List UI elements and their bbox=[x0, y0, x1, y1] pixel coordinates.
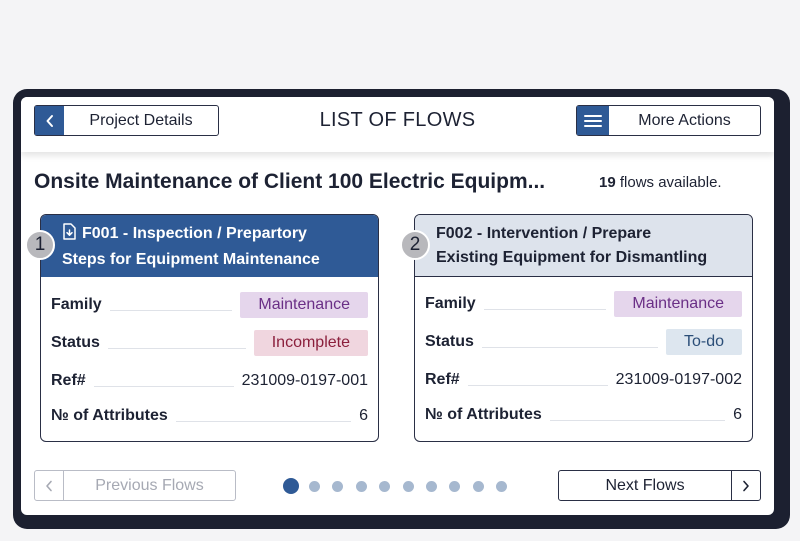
attributes-label: № of Attributes bbox=[51, 407, 168, 424]
status-badge: To-do bbox=[665, 329, 742, 355]
flow-title-line-2: Existing Equipment for Dismantling bbox=[436, 249, 708, 266]
card-index-badge: 1 bbox=[25, 230, 55, 260]
attributes-value: 6 bbox=[733, 406, 742, 423]
status-row: Status Incomplete bbox=[51, 329, 368, 357]
divider bbox=[467, 384, 608, 386]
pagination-dot[interactable] bbox=[472, 480, 484, 492]
flow-title-line-1: F001 - Inspection / Prepartory bbox=[82, 225, 307, 242]
family-row: Family Maintenance bbox=[51, 291, 368, 319]
document-download-icon bbox=[62, 223, 76, 248]
flow-card-header: F002 - Intervention / Prepare Existing E… bbox=[415, 215, 752, 277]
attributes-row: № of Attributes 6 bbox=[51, 402, 368, 430]
divider bbox=[175, 420, 352, 422]
previous-flows-button[interactable]: Previous Flows bbox=[34, 470, 236, 501]
pagination-dot[interactable] bbox=[355, 480, 367, 492]
top-bar: Project Details LIST OF FLOWS More Actio… bbox=[21, 97, 774, 152]
ref-label: Ref# bbox=[51, 372, 86, 389]
ref-row: Ref# 231009-0197-002 bbox=[425, 366, 742, 394]
flow-title-line-1: F002 - Intervention / Prepare bbox=[436, 225, 652, 242]
more-actions-button[interactable]: More Actions bbox=[576, 105, 761, 136]
family-value: Maintenance bbox=[240, 292, 368, 318]
status-label: Status bbox=[51, 334, 100, 351]
flows-suffix: flows available. bbox=[619, 174, 722, 191]
previous-flows-label: Previous Flows bbox=[95, 476, 204, 494]
next-flows-label: Next Flows bbox=[605, 476, 685, 494]
pagination-dot[interactable] bbox=[332, 480, 344, 492]
pagination-dot[interactable] bbox=[402, 480, 414, 492]
attributes-row: № of Attributes 6 bbox=[425, 401, 742, 429]
flow-card-header: F001 - Inspection / Prepartory Steps for… bbox=[41, 215, 378, 277]
chevron-left-icon bbox=[35, 471, 64, 500]
app-screen: Project Details LIST OF FLOWS More Actio… bbox=[21, 97, 774, 515]
ref-row: Ref# 231009-0197-001 bbox=[51, 367, 368, 395]
pagination-dot[interactable] bbox=[309, 480, 320, 492]
status-row: Status To-do bbox=[425, 328, 742, 356]
ref-value: 231009-0197-002 bbox=[615, 371, 742, 388]
family-label: Family bbox=[51, 296, 102, 313]
project-name: Onsite Maintenance of Client 100 Electri… bbox=[34, 170, 546, 193]
hamburger-menu-icon bbox=[577, 106, 609, 135]
chevron-right-icon bbox=[731, 471, 760, 500]
pagination-dots bbox=[283, 478, 520, 494]
status-badge: Incomplete bbox=[253, 330, 368, 356]
more-actions-label: More Actions bbox=[638, 111, 731, 129]
ref-value: 231009-0197-001 bbox=[241, 372, 368, 389]
divider bbox=[109, 309, 233, 311]
attributes-value: 6 bbox=[359, 407, 368, 424]
pagination-dot[interactable] bbox=[449, 480, 461, 492]
pagination-dot[interactable] bbox=[283, 478, 299, 494]
flow-title-line-2: Steps for Equipment Maintenance bbox=[62, 251, 320, 268]
flows-count: 19 bbox=[599, 174, 616, 191]
next-flows-button[interactable]: Next Flows bbox=[558, 470, 761, 501]
attributes-label: № of Attributes bbox=[425, 406, 542, 423]
flow-card-2[interactable]: F002 - Intervention / Prepare Existing E… bbox=[414, 214, 753, 442]
flow-card-1[interactable]: F001 - Inspection / Prepartory Steps for… bbox=[40, 214, 379, 442]
pagination-dot[interactable] bbox=[425, 480, 437, 492]
family-label: Family bbox=[425, 295, 476, 312]
status-label: Status bbox=[425, 333, 474, 350]
divider bbox=[483, 308, 607, 310]
divider bbox=[481, 346, 658, 348]
family-row: Family Maintenance bbox=[425, 290, 742, 318]
divider bbox=[549, 419, 726, 421]
ref-label: Ref# bbox=[425, 371, 460, 388]
pagination-dot[interactable] bbox=[379, 480, 391, 492]
card-index-badge: 2 bbox=[400, 230, 430, 260]
divider bbox=[93, 385, 234, 387]
pagination-dot[interactable] bbox=[496, 480, 508, 492]
family-value: Maintenance bbox=[614, 291, 742, 317]
flows-available: 19 flows available. bbox=[599, 174, 722, 191]
divider bbox=[107, 347, 246, 349]
